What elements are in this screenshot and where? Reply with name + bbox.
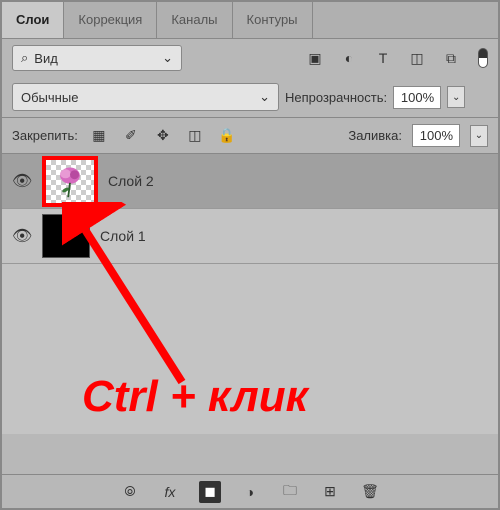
filter-adjustment-icon[interactable]: ◐ — [338, 47, 360, 69]
panel-toggle[interactable] — [478, 48, 488, 68]
lock-row: Закрепить: ▦ ✐ ✥ ◫ 🔒 Заливка: 100% ⌄ — [2, 118, 498, 154]
fx-icon[interactable]: fx — [159, 481, 181, 503]
filter-smartobject-icon[interactable]: ⧉ — [440, 47, 462, 69]
lock-label: Закрепить: — [12, 128, 78, 143]
blend-mode-dropdown[interactable]: Обычные ⌄ — [12, 83, 279, 111]
layer-name[interactable]: Слой 1 — [100, 228, 146, 244]
layer-thumbnail[interactable] — [42, 156, 98, 207]
lock-position-icon[interactable]: ✥ — [152, 125, 174, 147]
view-label: Вид — [34, 51, 58, 66]
fill-value[interactable]: 100% — [412, 124, 460, 147]
view-dropdown[interactable]: ⌕ Вид ⌄ — [12, 45, 182, 71]
blend-row: Обычные ⌄ Непрозрачность: 100% ⌄ — [2, 77, 498, 118]
tab-paths[interactable]: Контуры — [233, 2, 313, 38]
lock-pixels-icon[interactable]: ▦ — [88, 125, 110, 147]
lock-artboard-icon[interactable]: ◫ — [184, 125, 206, 147]
link-layers-icon[interactable]: ⦾ — [119, 481, 141, 503]
new-layer-icon[interactable]: ⊞ — [319, 481, 341, 503]
tabs-bar: Слои Коррекция Каналы Контуры — [2, 2, 498, 39]
opacity-label: Непрозрачность: — [285, 90, 387, 105]
search-icon: ⌕ — [21, 50, 28, 66]
blend-mode-value: Обычные — [21, 90, 78, 105]
fill-label: Заливка: — [348, 128, 402, 143]
chevron-down-icon: ⌄ — [162, 50, 173, 66]
add-mask-icon[interactable]: ◼ — [199, 481, 221, 503]
fill-dropdown[interactable]: ⌄ — [470, 125, 488, 147]
opacity-dropdown[interactable]: ⌄ — [447, 86, 465, 108]
filter-text-icon[interactable]: T — [372, 47, 394, 69]
bottom-toolbar: ⦾ fx ◼ ◑ 🗀 ⊞ 🗑 — [2, 474, 498, 508]
filter-shape-icon[interactable]: ◫ — [406, 47, 428, 69]
delete-layer-icon[interactable]: 🗑 — [359, 481, 381, 503]
layers-list: 👁 Слой 2 👁 Слой 1 — [2, 154, 498, 434]
tab-channels[interactable]: Каналы — [157, 2, 232, 38]
lock-brush-icon[interactable]: ✐ — [120, 125, 142, 147]
filter-image-icon[interactable]: ▣ — [304, 47, 326, 69]
layer-row[interactable]: 👁 Слой 2 — [2, 154, 498, 209]
tab-layers[interactable]: Слои — [2, 2, 64, 38]
visibility-toggle-icon[interactable]: 👁 — [12, 171, 32, 191]
visibility-toggle-icon[interactable]: 👁 — [12, 226, 32, 246]
layer-name[interactable]: Слой 2 — [108, 173, 154, 189]
new-group-icon[interactable]: 🗀 — [279, 481, 301, 503]
layer-row[interactable]: 👁 Слой 1 — [2, 209, 498, 264]
layer-thumbnail[interactable] — [42, 214, 90, 258]
view-toolbar: ⌕ Вид ⌄ ▣ ◐ T ◫ ⧉ — [2, 39, 498, 77]
tab-adjustments[interactable]: Коррекция — [64, 2, 157, 38]
new-adjustment-icon[interactable]: ◑ — [239, 481, 261, 503]
chevron-down-icon: ⌄ — [259, 89, 270, 105]
lock-all-icon[interactable]: 🔒 — [216, 125, 238, 147]
opacity-value[interactable]: 100% — [393, 86, 441, 109]
